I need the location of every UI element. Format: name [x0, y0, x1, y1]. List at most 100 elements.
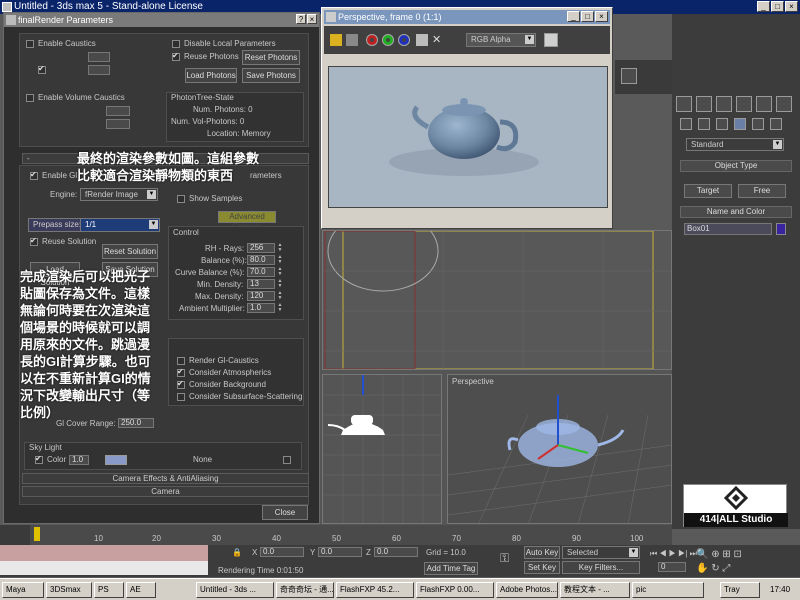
task-maya[interactable]: Maya	[2, 582, 44, 598]
clear-icon[interactable]: ✕	[432, 34, 444, 46]
reuse-photons-checkbox[interactable]	[172, 51, 180, 61]
name-color-rollout[interactable]: Name and Color	[680, 206, 792, 218]
consider-atmospherics-checkbox[interactable]	[177, 367, 185, 377]
enable-caustics-checkbox[interactable]	[26, 40, 34, 48]
free-button[interactable]: Free	[738, 184, 786, 198]
cameras-icon[interactable]	[734, 118, 746, 130]
green-channel-icon[interactable]	[382, 34, 394, 46]
mono-channel-icon[interactable]	[416, 34, 428, 46]
playback-controls[interactable]: ⏮ ◀ ▶ ▶| ⏭	[650, 549, 697, 559]
reuse-solution-checkbox[interactable]	[30, 236, 38, 246]
task-forum[interactable]: 奇奇奇坛 - 通...	[276, 582, 334, 598]
enable-gi-checkbox[interactable]	[30, 170, 38, 180]
viewport-label[interactable]: Perspective	[452, 377, 494, 386]
render-window-title-bar[interactable]: Perspective, frame 0 (1:1) _ □ ×	[324, 10, 610, 24]
auto-key-button[interactable]: Auto Key	[524, 546, 560, 559]
spinner-arrows-icon[interactable]: ▲ ▼	[277, 243, 283, 253]
advanced-controls-button[interactable]: Advanced Controls	[218, 211, 276, 231]
spinner-arrows-icon[interactable]: ▲ ▼	[277, 291, 283, 301]
viewport-top-right[interactable]	[322, 230, 672, 370]
min-density-spinner[interactable]: 13	[247, 279, 275, 289]
blue-channel-icon[interactable]	[398, 34, 410, 46]
y-coord-field[interactable]: 0.0	[318, 547, 362, 557]
color-swatch[interactable]	[544, 33, 558, 47]
task-flashfxp-2[interactable]: FlashFXP 0.00...	[416, 582, 494, 598]
minimize-button[interactable]: _	[757, 1, 770, 12]
ambient-multiplier-spinner[interactable]: 1.0	[247, 303, 275, 313]
target-button[interactable]: Target	[684, 184, 732, 198]
viewport-nav-icons[interactable]: 🔍 ⊕ ⊞ ⊡	[696, 549, 742, 560]
dialog-close-button[interactable]: ×	[307, 14, 317, 24]
close-button[interactable]: ×	[785, 1, 798, 12]
prepass-size-dropdown[interactable]: 1/1 ▼	[80, 218, 160, 232]
camera-effects-rollout[interactable]: Camera Effects & AntiAliasing	[22, 473, 309, 484]
maxscript-input[interactable]	[0, 561, 208, 575]
sky-color-swatch[interactable]	[105, 455, 127, 465]
render-maximize-button[interactable]: □	[581, 11, 594, 22]
task-photoshop[interactable]: Adobe Photos...	[496, 582, 558, 598]
motion-icon[interactable]	[736, 96, 752, 112]
reset-solution-button[interactable]: Reset Solution	[102, 244, 158, 259]
task-text[interactable]: 教程文本 - ...	[560, 582, 630, 598]
curve-balance-spinner[interactable]: 70.0	[247, 267, 275, 277]
task-ps[interactable]: PS	[94, 582, 124, 598]
key-filters-button[interactable]: Key Filters...	[562, 561, 640, 574]
caustics-radius-spinner[interactable]	[88, 65, 110, 75]
engine-dropdown[interactable]: fRender Image ▼	[80, 188, 158, 201]
task-untitled-3ds[interactable]: Untitled - 3ds ...	[196, 582, 274, 598]
show-samples-checkbox[interactable]	[177, 195, 185, 203]
rh-rays-spinner[interactable]: 256	[247, 243, 275, 253]
task-flashfxp-1[interactable]: FlashFXP 45.2...	[336, 582, 414, 598]
tray-button[interactable]: Tray	[720, 582, 760, 598]
clone-window-icon[interactable]	[346, 34, 358, 46]
task-ae[interactable]: AE	[126, 582, 156, 598]
sky-color-spinner[interactable]: 1.0	[69, 455, 89, 465]
render-gi-caustics-checkbox[interactable]	[177, 357, 185, 365]
geometry-icon[interactable]	[680, 118, 692, 130]
spinner-arrows-icon[interactable]: ▲ ▼	[277, 255, 283, 265]
set-key-button[interactable]: Set Key	[524, 561, 560, 574]
dialog-help-button[interactable]: ?	[296, 14, 306, 24]
add-time-tag-button[interactable]: Add Time Tag	[424, 562, 478, 575]
caustics-photons-spinner[interactable]	[88, 52, 110, 62]
balance-spinner[interactable]: 80.0	[247, 255, 275, 265]
maxscript-listener[interactable]	[0, 545, 208, 561]
maximize-button[interactable]: □	[771, 1, 784, 12]
object-type-rollout[interactable]: Object Type	[680, 160, 792, 172]
sky-map-checkbox[interactable]	[283, 456, 291, 464]
render-minimize-button[interactable]: _	[567, 11, 580, 22]
sky-map-button[interactable]: None	[193, 455, 212, 464]
hierarchy-icon[interactable]	[716, 96, 732, 112]
channel-dropdown[interactable]: RGB Alpha ▼	[466, 33, 536, 47]
consider-sss-checkbox[interactable]	[177, 393, 185, 401]
display-icon[interactable]	[756, 96, 772, 112]
volume-depth-spinner[interactable]	[106, 119, 130, 129]
create-icon[interactable]	[676, 96, 692, 112]
spinner-arrows-icon[interactable]: ▲ ▼	[277, 279, 283, 289]
category-dropdown[interactable]: Standard ▼	[686, 138, 784, 151]
enable-volume-caustics-checkbox[interactable]	[26, 94, 34, 102]
viewport-perspective[interactable]: Perspective	[447, 374, 672, 524]
timeline[interactable]: 10 20 30 40 50 60 70 80 90 100	[0, 525, 672, 545]
save-bitmap-icon[interactable]	[330, 34, 342, 46]
reset-photons-button[interactable]: Reset Photons	[242, 50, 300, 65]
save-photons-button[interactable]: Save Photons	[242, 68, 300, 83]
spinner-arrows-icon[interactable]: ▲ ▼	[277, 267, 283, 277]
z-coord-field[interactable]: 0.0	[374, 547, 418, 557]
selection-set-dropdown[interactable]: Selected ▼	[562, 546, 640, 559]
caustics-radius-checkbox[interactable]	[38, 64, 46, 74]
modify-icon[interactable]	[696, 96, 712, 112]
task-3dsmax[interactable]: 3DSmax	[46, 582, 92, 598]
key-icon[interactable]: ⚿	[500, 551, 509, 566]
object-color-swatch[interactable]	[776, 223, 786, 235]
camera-rollout[interactable]: Camera	[22, 486, 309, 497]
disable-local-checkbox[interactable]	[172, 40, 180, 48]
max-app-icon[interactable]	[2, 2, 12, 12]
task-pic[interactable]: pic	[632, 582, 704, 598]
utilities-icon[interactable]	[776, 96, 792, 112]
close-dialog-button[interactable]: Close	[262, 505, 308, 520]
max-density-spinner[interactable]: 120	[247, 291, 275, 301]
red-channel-icon[interactable]	[366, 34, 378, 46]
sky-color-checkbox[interactable]	[35, 454, 43, 464]
lock-icon[interactable]: 🔒	[232, 548, 242, 557]
